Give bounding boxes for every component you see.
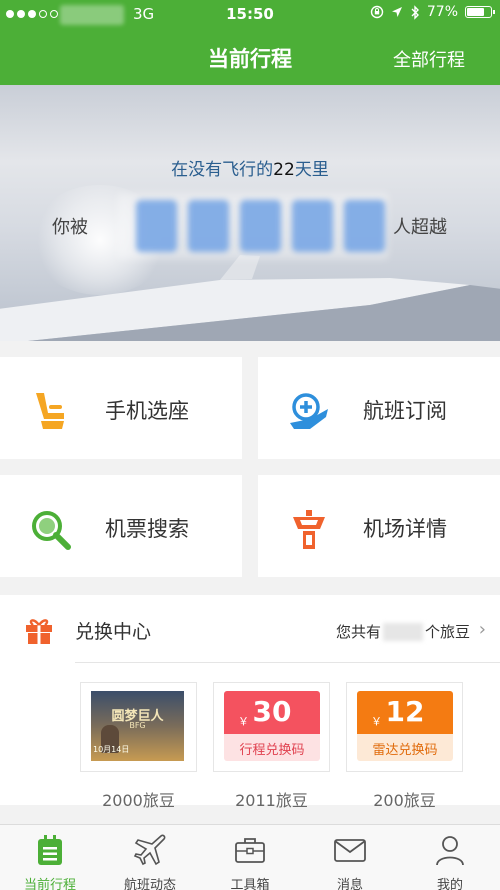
movie-poster: 圆梦巨人 BFG 10月14日	[91, 691, 184, 761]
bluetooth-icon	[411, 4, 419, 20]
rotation-lock-icon	[370, 5, 384, 19]
airplane-icon	[133, 834, 166, 866]
location-icon	[391, 7, 402, 17]
tab-flight-status[interactable]: 航班动态	[100, 825, 200, 890]
bean-balance-link[interactable]: 您共有 个旅豆	[336, 621, 470, 642]
flight-subscribe-label: 航班订阅	[363, 399, 447, 423]
gift-icon	[26, 619, 52, 644]
ticket-search-label: 机票搜索	[105, 517, 189, 541]
tab-profile[interactable]: 我的	[400, 825, 500, 890]
voucher-caption: 行程兑换码	[224, 734, 320, 761]
no-flight-days-text: 在没有飞行的22天里	[171, 160, 329, 180]
flight-subscribe-icon	[290, 393, 328, 429]
voucher-amount: 12	[385, 695, 425, 728]
tab-label: 工具箱	[230, 878, 270, 890]
tab-bar: 当前行程 航班动态 工具箱 消息 我的	[0, 824, 500, 890]
exchange-item-trip-code[interactable]: ￥ 30 行程兑换码 2011旅豆	[213, 682, 330, 810]
voucher-caption: 雷达兑换码	[357, 734, 453, 761]
bean-balance-blurred	[382, 622, 423, 641]
battery-percent: 77%	[426, 4, 458, 20]
bean-balance-prefix: 您共有	[335, 623, 381, 641]
chevron-right-icon[interactable]: ›	[479, 619, 486, 640]
divider	[75, 662, 500, 663]
tab-label: 消息	[336, 878, 363, 890]
search-icon	[32, 511, 71, 550]
exchange-item-radar-code[interactable]: ￥ 12 雷达兑换码 200旅豆	[346, 682, 463, 810]
voucher-amount: 30	[252, 695, 292, 728]
item-price: 2011旅豆	[235, 791, 308, 810]
item-price: 2000旅豆	[102, 791, 175, 810]
exchange-center-title: 兑换中心	[75, 621, 152, 643]
airport-details-label: 机场详情	[363, 517, 447, 541]
message-icon	[334, 839, 366, 862]
item-price: 200旅豆	[373, 791, 436, 810]
tab-messages[interactable]: 消息	[300, 825, 400, 890]
tab-toolbox[interactable]: 工具箱	[200, 825, 300, 890]
exchange-center: 兑换中心 您共有 个旅豆 › 圆梦巨人 BFG 10月14日 2000旅豆 ￥ …	[0, 595, 500, 810]
profile-icon	[436, 836, 464, 866]
tab-label: 我的	[436, 878, 463, 890]
nav-bar: 当前行程 全部行程	[0, 30, 500, 85]
voucher-12: ￥ 12 雷达兑换码	[357, 691, 453, 761]
voucher-30: ￥ 30 行程兑换码	[224, 691, 320, 761]
tab-label: 当前行程	[23, 878, 76, 890]
seat-icon	[36, 393, 64, 429]
flight-subscribe-button[interactable]: 航班订阅	[258, 357, 500, 459]
ticket-search-button[interactable]: 机票搜索	[0, 475, 242, 577]
itinerary-icon	[38, 835, 62, 865]
airplane-wing-image	[0, 255, 500, 341]
seat-selection-button[interactable]: 手机选座	[0, 357, 242, 459]
surpassed-prefix: 你被	[52, 217, 88, 238]
status-bar: 3G 15:50 77%	[0, 0, 500, 30]
poster-date: 10月14日	[93, 745, 130, 754]
seat-selection-label: 手机选座	[105, 399, 189, 423]
tab-label: 航班动态	[123, 878, 176, 890]
toolbox-icon	[235, 838, 265, 863]
hero-banner: 在没有飞行的22天里 你被 人超越	[0, 85, 500, 341]
bean-balance-suffix: 个旅豆	[424, 623, 470, 641]
all-trips-button[interactable]: 全部行程	[393, 46, 465, 72]
surpassed-suffix: 人超越	[393, 217, 447, 238]
tab-current-trip[interactable]: 当前行程	[0, 825, 100, 890]
airport-details-button[interactable]: 机场详情	[258, 475, 500, 577]
exchange-item-movie[interactable]: 圆梦巨人 BFG 10月14日 2000旅豆	[80, 682, 197, 810]
battery-icon	[465, 6, 495, 18]
surpassed-count-blurred	[136, 200, 385, 252]
airport-tower-icon	[293, 510, 325, 549]
no-flight-days-count: 22	[273, 160, 295, 180]
